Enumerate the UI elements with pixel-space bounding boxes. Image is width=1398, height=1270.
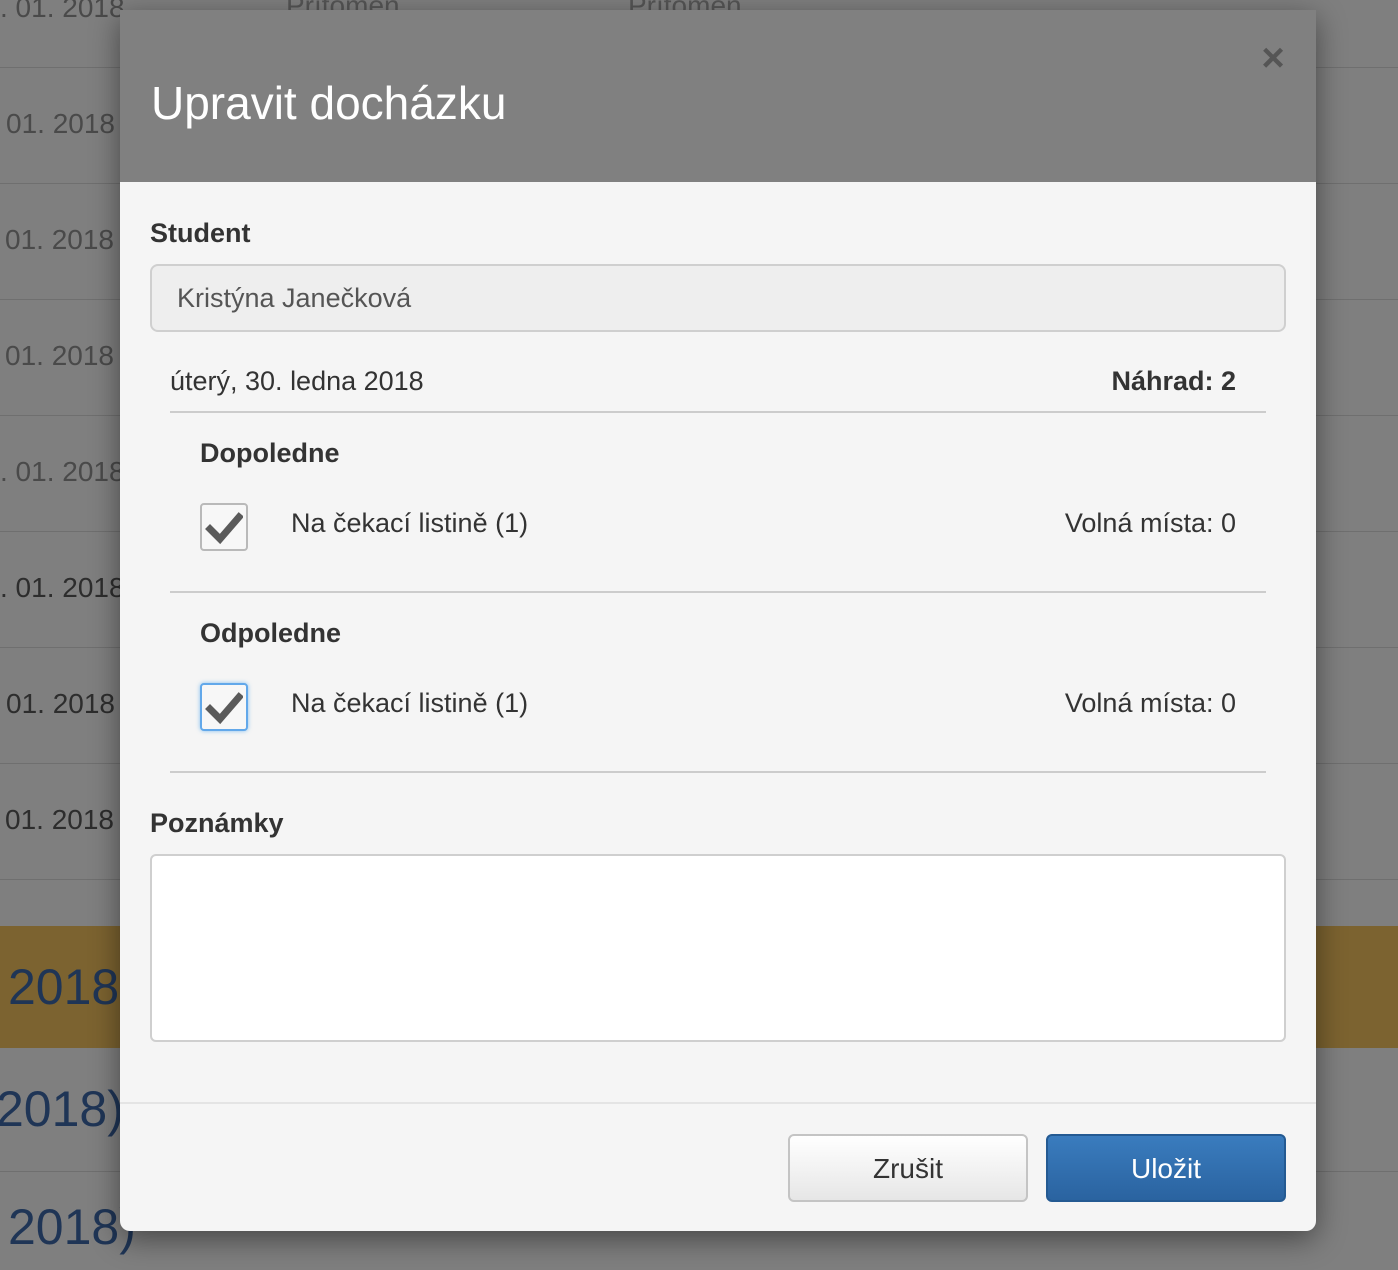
notes-textarea[interactable]	[150, 854, 1286, 1042]
morning-waitlist-label[interactable]: Na čekací listině (1)	[291, 508, 528, 539]
bg-date: 01. 2018	[6, 688, 115, 719]
bg-date: . 01. 2018	[0, 0, 125, 23]
student-field: Kristýna Janečková	[150, 264, 1286, 332]
morning-free-places: Volná místa: 0	[1064, 508, 1236, 538]
footer-divider	[120, 1102, 1316, 1104]
bg-year: 2018)	[8, 1199, 136, 1255]
afternoon-waitlist-label[interactable]: Na čekací listině (1)	[291, 688, 528, 719]
replacements-count: Náhrad: 2	[1111, 366, 1236, 396]
bg-date: . 01. 2018	[0, 456, 125, 487]
divider	[170, 771, 1266, 773]
divider	[170, 411, 1266, 413]
bg-date: 01. 2018	[6, 108, 115, 139]
modal-header: Upravit docházku ×	[120, 10, 1316, 182]
bg-date: 01. 2018	[5, 224, 114, 255]
bg-date: 01. 2018	[5, 804, 114, 835]
bg-date: . 01. 2018	[0, 572, 125, 603]
edit-attendance-modal: Upravit docházku × Student Kristýna Jane…	[120, 10, 1316, 1231]
session-title-morning: Dopoledne	[200, 438, 340, 468]
session-title-afternoon: Odpoledne	[200, 618, 341, 648]
notes-label: Poznámky	[150, 808, 284, 838]
morning-waitlist-checkbox[interactable]	[200, 503, 248, 551]
modal-title: Upravit docházku	[151, 77, 507, 129]
date-text: úterý, 30. ledna 2018	[170, 366, 424, 396]
divider	[170, 591, 1266, 593]
save-button[interactable]: Uložit	[1046, 1134, 1286, 1202]
close-icon[interactable]: ×	[1258, 38, 1288, 78]
check-icon	[205, 692, 243, 725]
check-icon	[205, 512, 243, 545]
bg-year: 2018	[8, 959, 120, 1015]
afternoon-waitlist-checkbox[interactable]	[200, 683, 248, 731]
cancel-button[interactable]: Zrušit	[788, 1134, 1028, 1202]
bg-year: 2018)	[0, 1081, 124, 1137]
bg-date: 01. 2018	[5, 340, 114, 371]
afternoon-free-places: Volná místa: 0	[1064, 688, 1236, 718]
student-label: Student	[150, 218, 251, 248]
